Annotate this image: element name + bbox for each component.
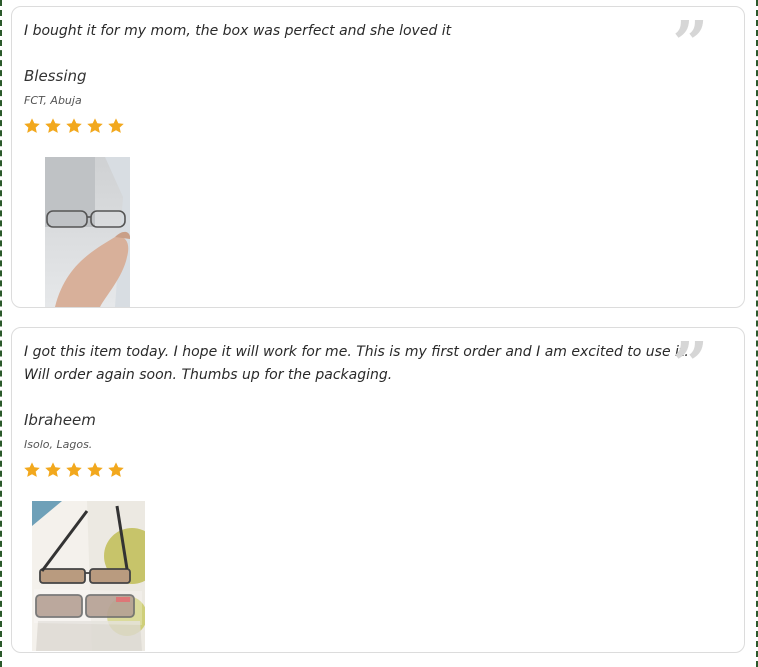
glasses-photo[interactable]	[45, 157, 130, 307]
review-card: I bought it for my mom, the box was perf…	[11, 6, 745, 308]
quote-icon: ”	[672, 328, 708, 401]
star-icon	[45, 462, 61, 477]
star-icon	[108, 462, 124, 477]
star-icon	[66, 462, 82, 477]
star-rating	[23, 461, 125, 479]
reviewer-name: Ibraheem	[24, 411, 96, 429]
glasses-photo[interactable]	[32, 501, 145, 651]
frame-border-left	[0, 0, 2, 667]
star-icon	[24, 462, 40, 477]
quote-icon: ”	[672, 7, 708, 80]
review-text: I got this item today. I hope it will wo…	[24, 344, 689, 383]
star-icon	[24, 118, 40, 133]
reviewer-location: FCT, Abuja	[24, 94, 82, 107]
reviewer-name: Blessing	[24, 67, 87, 85]
star-icon	[66, 118, 82, 133]
star-icon	[87, 462, 103, 477]
reviewer-location: Isolo, Lagos.	[24, 438, 93, 451]
review-card: I got this item today. I hope it will wo…	[11, 327, 745, 653]
review-text: I bought it for my mom, the box was perf…	[24, 23, 452, 39]
star-icon	[87, 118, 103, 133]
star-icon	[108, 118, 124, 133]
star-icon	[45, 118, 61, 133]
star-rating	[23, 117, 125, 135]
